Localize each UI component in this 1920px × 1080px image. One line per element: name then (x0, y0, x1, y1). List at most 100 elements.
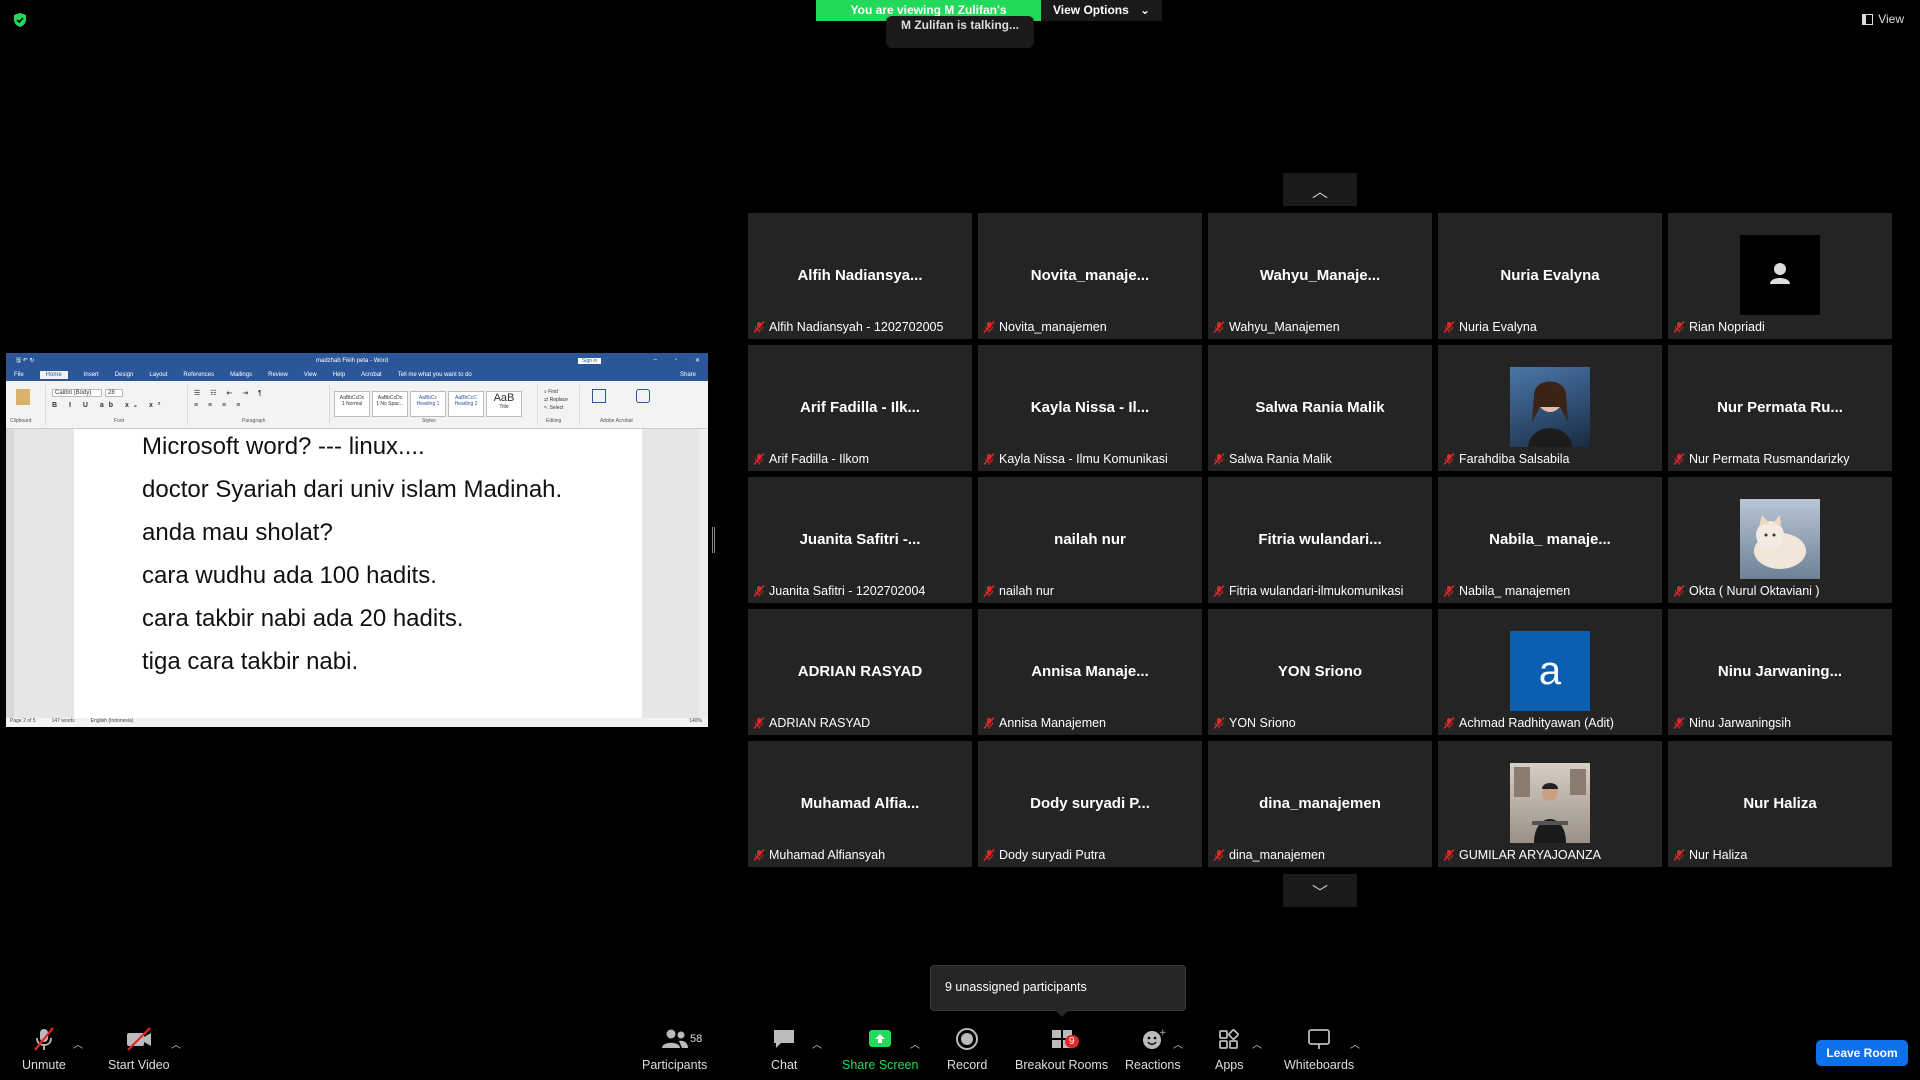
participant-tile[interactable]: Nabila_ manaje... Nabila_ manajemen (1438, 477, 1662, 603)
mic-muted-icon (983, 585, 995, 597)
participant-tile[interactable]: YON Sriono YON Sriono (1208, 609, 1432, 735)
participant-tile[interactable]: Fitria wulandari... Fitria wulandari-ilmu… (1208, 477, 1432, 603)
reactions-options-caret[interactable]: ︿ (1173, 1036, 1183, 1051)
word-ribbon: Clipboard Calibri (Body) 28 B I U ab x₂ … (6, 381, 708, 429)
chat-options-caret[interactable]: ︿ (812, 1036, 822, 1051)
start-video-button[interactable]: Start Video (108, 1026, 170, 1072)
whiteboard-icon (1308, 1029, 1330, 1049)
encryption-shield-icon[interactable] (12, 12, 28, 28)
participant-name: Juanita Safitri - 1202702004 (769, 584, 926, 598)
participant-display-name: dina_manajemen (1259, 795, 1381, 812)
record-icon (956, 1028, 979, 1050)
participant-tile[interactable]: Wahyu_Manaje... Wahyu_Manajemen (1208, 213, 1432, 339)
participant-name: Achmad Radhityawan (Adit) (1459, 716, 1614, 730)
participant-tile[interactable]: Rian Nopriadi (1668, 213, 1892, 339)
participant-name: Nabila_ manajemen (1459, 584, 1571, 598)
breakout-rooms-button[interactable]: Breakout Rooms (1015, 1026, 1108, 1072)
participant-name: Nur Haliza (1689, 848, 1748, 862)
participant-name: Dody suryadi Putra (999, 848, 1106, 862)
participant-name-label: Annisa Manajemen (983, 714, 1106, 732)
participant-name-label: Nur Haliza (1673, 846, 1747, 864)
record-button[interactable]: Record (947, 1026, 987, 1072)
word-tab: Mailings (230, 371, 253, 378)
participant-tile[interactable]: Nuria Evalyna Nuria Evalyna (1438, 213, 1662, 339)
share-options-caret[interactable]: ︿ (910, 1036, 920, 1051)
participant-tile[interactable]: Kayla Nissa - Il... Kayla Nissa - Ilmu Ko… (978, 345, 1202, 471)
participant-tile[interactable]: Alfih Nadiansya... Alfih Nadiansyah - 120… (748, 213, 972, 339)
gallery-next-page-button[interactable]: ﹀ (1283, 874, 1357, 907)
word-scrollbar (699, 429, 708, 719)
word-page: Microsoft word? --- linux.... doctor Sya… (74, 429, 642, 719)
participant-display-name: Arif Fadilla - Ilk... (799, 399, 921, 416)
svg-text:+: + (1159, 1028, 1166, 1038)
participant-tile[interactable]: nailah nur nailah nur (978, 477, 1202, 603)
participant-tile[interactable]: Nur Permata Ru... Nur Permata Rusmandariz… (1668, 345, 1892, 471)
view-options-button[interactable]: View Options ⌄ (1041, 0, 1162, 21)
participant-tile[interactable]: Novita_manaje... Novita_manajemen (978, 213, 1202, 339)
participant-display-name: Alfih Nadiansya... (797, 267, 923, 284)
participant-tile[interactable]: Farahdiba Salsabila (1438, 345, 1662, 471)
style-normal: AaBbCcDc 1 Normal (334, 391, 370, 417)
participant-name-label: Ninu Jarwaningsih (1673, 714, 1791, 732)
style-heading-2: AaBbCcC Heading 2 (448, 391, 484, 417)
shared-screen[interactable]: 🖫 ↶ ↻ madzhab Fikih peta - Word Sign in … (6, 353, 708, 727)
mic-muted-icon (983, 717, 995, 729)
apps-button[interactable]: Apps (1215, 1026, 1244, 1072)
participant-tile[interactable]: GUMILAR ARYAJOANZA (1438, 741, 1662, 867)
word-tab: Home (39, 370, 68, 379)
participant-tile[interactable]: Nur Haliza Nur Haliza (1668, 741, 1892, 867)
whiteboards-options-caret[interactable]: ︿ (1350, 1036, 1360, 1051)
participant-name-label: Achmad Radhityawan (Adit) (1443, 714, 1614, 732)
unassigned-participants-tooltip[interactable]: 9 unassigned participants (930, 965, 1186, 1017)
participant-tile[interactable]: Okta ( Nurul Oktaviani ) (1668, 477, 1892, 603)
whiteboards-button[interactable]: Whiteboards (1284, 1026, 1354, 1072)
participant-name: Novita_manajemen (999, 320, 1107, 334)
mic-muted-icon (1673, 585, 1685, 597)
participant-tile[interactable]: Salwa Rania Malik Salwa Rania Malik (1208, 345, 1432, 471)
word-tab: Share (679, 371, 696, 378)
participant-name: Muhamad Alfiansyah (769, 848, 886, 862)
participant-display-name: Novita_manaje... (1030, 267, 1150, 284)
word-document-area: Microsoft word? --- linux.... doctor Sya… (6, 429, 708, 719)
gallery-previous-page-button[interactable]: ︿ (1283, 173, 1357, 206)
word-tab: Insert (83, 371, 99, 378)
split-view-divider[interactable] (712, 527, 715, 553)
audio-options-caret[interactable]: ︿ (73, 1036, 83, 1051)
style-no-spacing: AaBbCcDc 1 No Spac... (372, 391, 408, 417)
participant-tile[interactable]: ADRIAN RASYAD ADRIAN RASYAD (748, 609, 972, 735)
doc-line: tiga cara takbir nabi. (142, 648, 359, 675)
participant-name-label: Nabila_ manajemen (1443, 582, 1570, 600)
ribbon-label-styles: Styles (422, 418, 436, 424)
participant-tile[interactable]: a Achmad Radhityawan (Adit) (1438, 609, 1662, 735)
apps-options-caret[interactable]: ︿ (1252, 1036, 1262, 1051)
participant-name-label: Dody suryadi Putra (983, 846, 1105, 864)
word-tab: View (303, 371, 317, 378)
chat-button[interactable]: Chat (771, 1026, 797, 1072)
participant-tile[interactable]: Dody suryadi P... Dody suryadi Putra (978, 741, 1202, 867)
participant-name: Annisa Manajemen (999, 716, 1107, 730)
video-options-caret[interactable]: ︿ (171, 1036, 181, 1051)
ribbon-label-editing: Editing (546, 418, 562, 424)
participant-tile[interactable]: Ninu Jarwaning... Ninu Jarwaningsih (1668, 609, 1892, 735)
style-title: AaB Title (486, 391, 522, 417)
word-tab: Review (268, 371, 288, 378)
leave-room-button[interactable]: Leave Room (1816, 1040, 1908, 1066)
participant-tile[interactable]: Muhamad Alfia... Muhamad Alfiansyah (748, 741, 972, 867)
mic-muted-icon (1673, 453, 1685, 465)
participant-name: dina_manajemen (1229, 848, 1325, 862)
mic-muted-icon (34, 1027, 54, 1051)
share-screen-label: Share Screen (842, 1058, 919, 1072)
participant-display-name: Nuria Evalyna (1500, 267, 1600, 284)
participant-name: Wahyu_Manajemen (1229, 320, 1340, 334)
participant-photo (1740, 499, 1820, 579)
share-screen-button[interactable]: Share Screen (842, 1026, 918, 1072)
unmute-button[interactable]: Unmute (22, 1026, 66, 1072)
participant-tile[interactable]: Annisa Manaje... Annisa Manajemen (978, 609, 1202, 735)
view-button[interactable]: View (1862, 12, 1904, 26)
participant-tile[interactable]: Juanita Safitri -... Juanita Safitri - 12… (748, 477, 972, 603)
participant-name-label: Juanita Safitri - 1202702004 (753, 582, 925, 600)
participant-name-label: Alfih Nadiansyah - 1202702005 (753, 318, 943, 336)
participant-tile[interactable]: dina_manajemen dina_manajemen (1208, 741, 1432, 867)
word-tab: Layout (149, 371, 168, 378)
participant-tile[interactable]: Arif Fadilla - Ilk... Arif Fadilla - Ilko… (748, 345, 972, 471)
